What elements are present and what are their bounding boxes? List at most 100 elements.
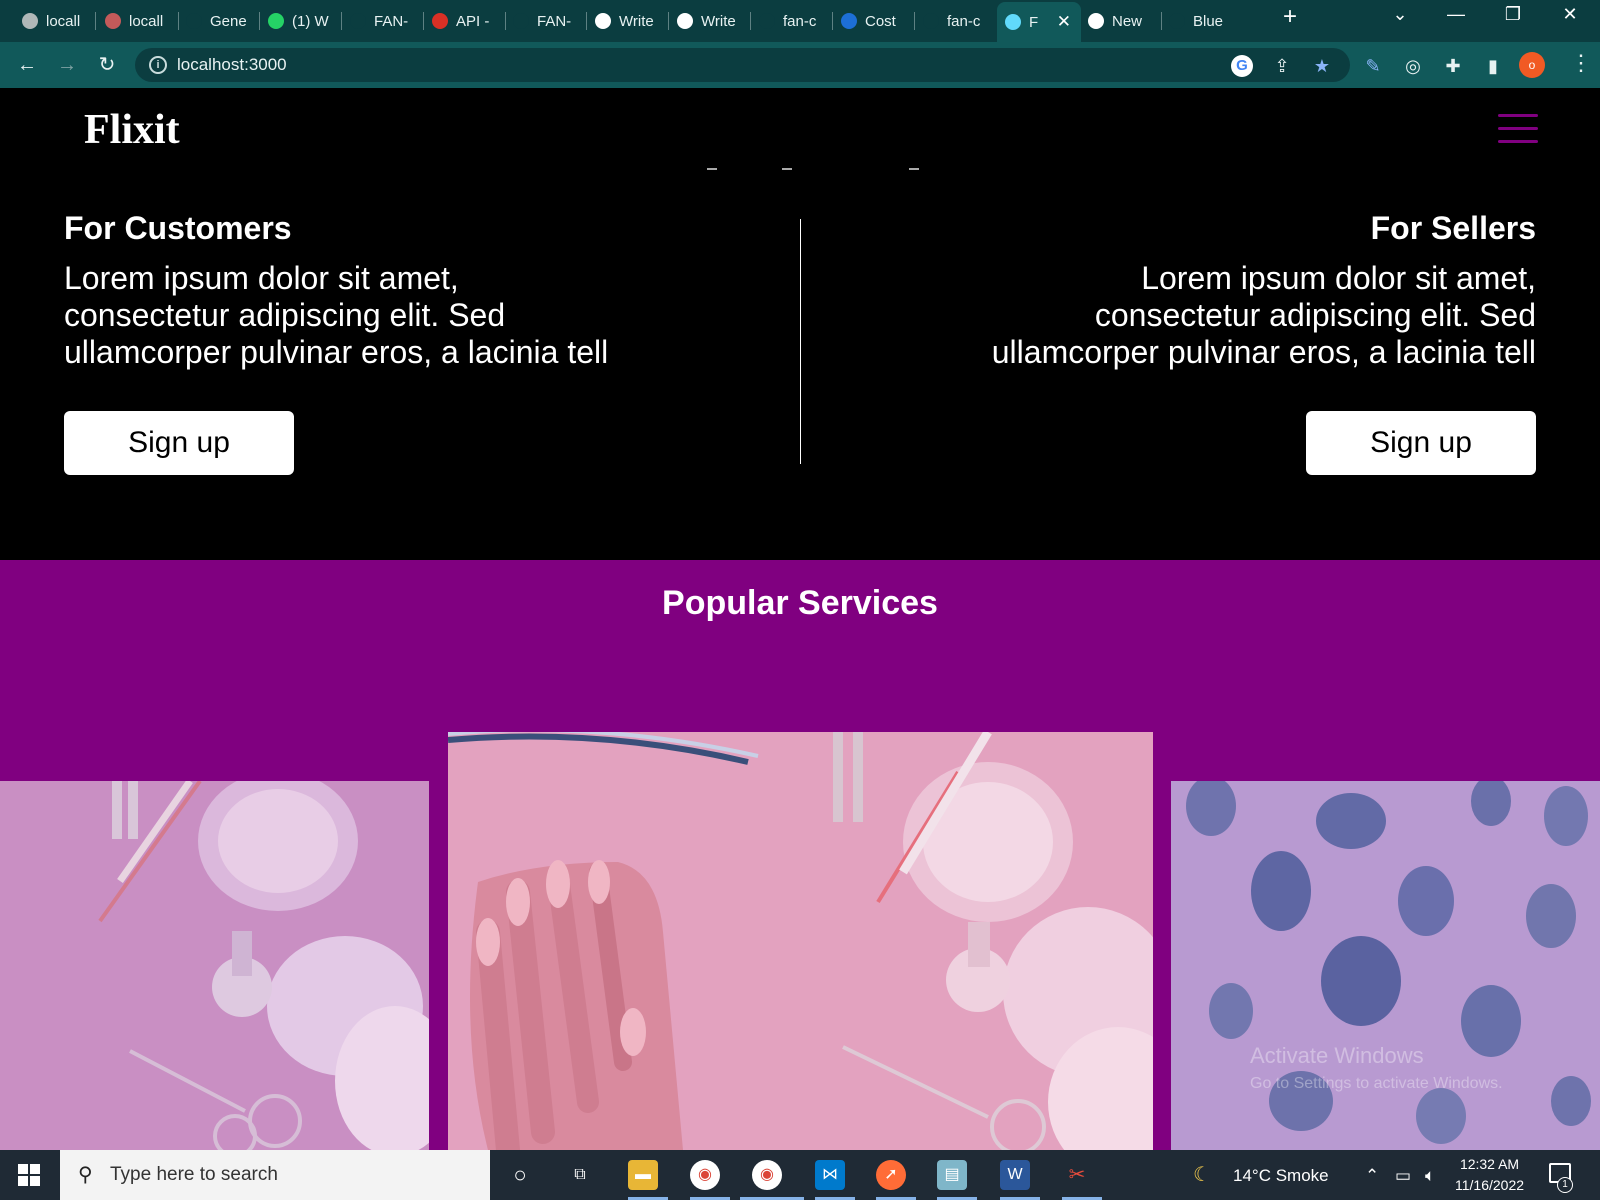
google-icon[interactable]: G — [1231, 55, 1253, 77]
windows-start-icon[interactable] — [18, 1164, 40, 1186]
globe-icon — [22, 13, 38, 29]
tab-label: fan-c — [947, 12, 981, 30]
network-icon[interactable]: ▭ — [1395, 1166, 1411, 1186]
browser-tab[interactable]: FAN- — [505, 5, 585, 37]
task-view-icon[interactable]: ⧉ — [565, 1160, 595, 1190]
customers-signup-button[interactable]: Sign up — [64, 411, 294, 475]
search-icon: ⚲ — [78, 1164, 93, 1186]
browser-tab[interactable]: Write — [587, 5, 667, 37]
tab-label: Blue — [1193, 12, 1224, 30]
tab-label: (1) W — [292, 12, 329, 30]
browser-tab[interactable]: Cost — [833, 5, 913, 37]
site-info-icon[interactable]: i — [149, 56, 167, 74]
postman-icon[interactable]: ➚ — [876, 1160, 906, 1190]
web-page: Flixit For Customers Lorem ipsum dolor s… — [0, 88, 1600, 1150]
reload-icon[interactable]: ↻ — [92, 50, 122, 80]
tab-label: API - — [456, 12, 490, 30]
tab-label: fan-c — [783, 12, 817, 30]
site-logo[interactable]: Flixit — [84, 106, 180, 154]
services-heading: Popular Services — [662, 584, 938, 622]
browser-tab[interactable]: fan-c — [915, 5, 995, 37]
close-tab-icon[interactable]: ✕ — [1057, 12, 1071, 32]
browser-tab[interactable]: locall — [14, 5, 94, 37]
browser-tab[interactable]: Blue — [1161, 5, 1241, 37]
chrome-icon[interactable]: ◉ — [690, 1160, 720, 1190]
browser-tab[interactable]: API - — [424, 5, 504, 37]
pen-extension-icon[interactable]: ✎ — [1362, 55, 1384, 77]
service-card-image[interactable] — [448, 732, 1153, 1150]
browser-tab[interactable]: fan-c — [751, 5, 831, 37]
globe-icon — [595, 13, 611, 29]
system-clock[interactable]: 12:32 AM 11/16/2022 — [1455, 1154, 1524, 1196]
browser-tab[interactable]: Gene — [178, 5, 258, 37]
tab-label: F — [1029, 13, 1039, 31]
tab-label: Cost — [865, 12, 896, 30]
github-icon — [513, 13, 529, 29]
tab-strip: ⌄ — ❐ ✕ + locall locall Gene (1) W FAN- API -… — [0, 0, 1600, 42]
vscode-icon[interactable]: ⋈ — [815, 1160, 845, 1190]
show-hidden-icons[interactable]: ⌃ — [1365, 1166, 1379, 1186]
sellers-signup-button[interactable]: Sign up — [1306, 411, 1536, 475]
taskbar-search-box[interactable]: ⚲ Type here to search — [60, 1150, 490, 1200]
chrome-icon — [1088, 13, 1104, 29]
tab-label: Gene — [210, 12, 247, 30]
target-extension-icon[interactable]: ◎ — [1402, 55, 1424, 77]
browser-tab[interactable]: New — [1080, 5, 1160, 37]
more-menu-icon[interactable]: ⋮ — [1570, 50, 1592, 76]
react-icon — [105, 13, 121, 29]
textured-surface-image — [1171, 781, 1600, 1150]
profile-avatar[interactable]: o — [1519, 52, 1545, 78]
watermark-title: Activate Windows — [1250, 1043, 1424, 1068]
tab-search-icon[interactable]: ⌄ — [1380, 4, 1420, 25]
browser-toolbar: ← → ↻ i localhost:3000 G ⇪ ★ ✎ ◎ ✚ ▮ — [0, 42, 1600, 88]
browser-tab[interactable]: Write — [669, 5, 749, 37]
tab-separator — [95, 12, 96, 30]
share-icon[interactable]: ⇪ — [1271, 55, 1293, 77]
word-icon[interactable]: W — [1000, 1160, 1030, 1190]
manicure-tools-image — [0, 781, 429, 1150]
close-window-icon[interactable]: ✕ — [1550, 4, 1590, 25]
notepad-icon[interactable]: ▤ — [937, 1160, 967, 1190]
weather-icon[interactable]: ☾ — [1193, 1162, 1211, 1187]
browser-tab[interactable]: F ✕ — [997, 2, 1081, 42]
browser-tab[interactable]: (1) W — [260, 5, 340, 37]
hero-section: Flixit For Customers Lorem ipsum dolor s… — [0, 88, 1600, 560]
globe-icon — [677, 13, 693, 29]
weather-text[interactable]: 14°C Smoke — [1233, 1166, 1329, 1186]
restore-icon[interactable]: ❐ — [1493, 4, 1533, 25]
gmail-icon — [432, 13, 448, 29]
hamburger-menu-icon[interactable] — [1498, 114, 1538, 144]
forward-icon[interactable]: → — [52, 50, 82, 80]
file-explorer-icon[interactable]: ▬ — [628, 1160, 658, 1190]
bookmark-star-icon[interactable]: ★ — [1311, 55, 1333, 77]
nav-dash — [707, 168, 717, 170]
snipping-tool-icon[interactable]: ✂ — [1062, 1160, 1092, 1190]
minimize-icon[interactable]: — — [1436, 4, 1476, 25]
nav-dash — [782, 168, 792, 170]
github-icon — [923, 13, 939, 29]
github-icon — [350, 13, 366, 29]
address-bar[interactable]: i localhost:3000 — [135, 48, 1350, 82]
service-card-image[interactable] — [0, 781, 429, 1150]
browser-tab[interactable]: locall — [97, 5, 177, 37]
chrome-profile-icon[interactable]: ◉ — [752, 1160, 782, 1190]
extensions-puzzle-icon[interactable]: ✚ — [1442, 55, 1464, 77]
sellers-description: Lorem ipsum dolor sit amet, consectetur … — [991, 260, 1536, 370]
github-icon — [186, 13, 202, 29]
back-icon[interactable]: ← — [12, 50, 42, 80]
notification-count-badge: 1 — [1557, 1177, 1573, 1193]
cortana-icon[interactable]: ○ — [505, 1160, 535, 1190]
side-panel-icon[interactable]: ▮ — [1482, 55, 1504, 77]
service-card-image[interactable] — [1171, 781, 1600, 1150]
tab-label: New — [1112, 12, 1143, 30]
volume-icon[interactable]: 🔈︎ — [1425, 1166, 1435, 1186]
browser-tab[interactable]: FAN- — [342, 5, 422, 37]
manicure-hand-image — [448, 732, 1153, 1150]
url-text: localhost:3000 — [177, 55, 287, 74]
circle-icon — [1169, 13, 1185, 29]
nav-dash — [909, 168, 919, 170]
tab-label: Write — [701, 12, 736, 30]
clock-time: 12:32 AM — [1459, 1156, 1520, 1172]
sellers-heading: For Sellers — [1370, 210, 1536, 246]
new-tab-icon[interactable]: + — [1270, 3, 1310, 31]
